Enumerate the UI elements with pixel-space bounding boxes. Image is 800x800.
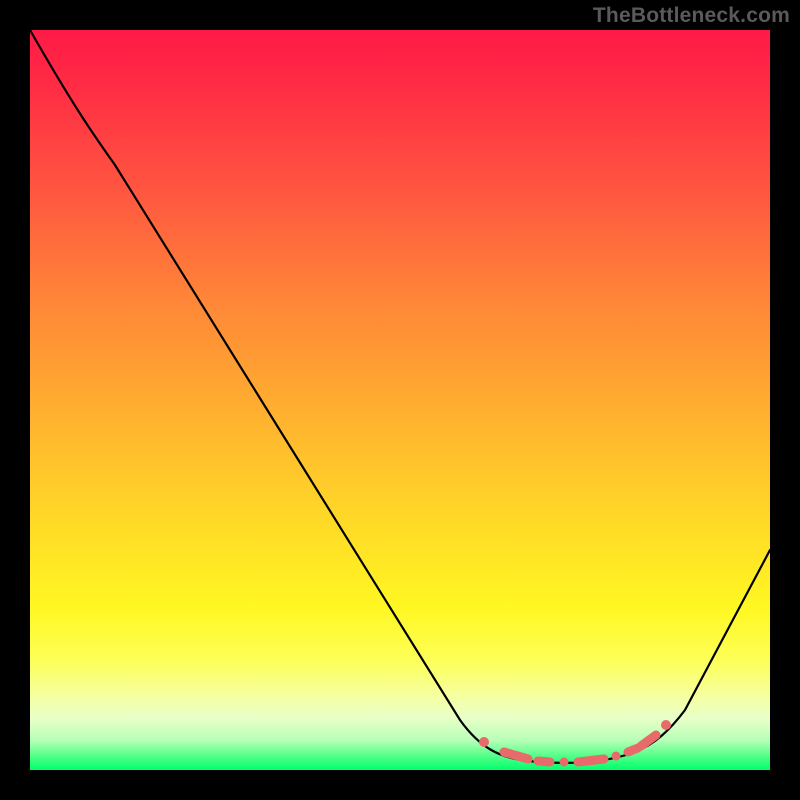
curve-svg: [30, 30, 770, 770]
marker-dot: [612, 752, 621, 761]
marker-dash: [628, 748, 638, 752]
plot-area: [30, 30, 770, 770]
bottleneck-curve: [30, 30, 770, 763]
marker-dot: [479, 737, 489, 747]
marker-dot: [560, 758, 569, 767]
marker-dot: [661, 720, 671, 730]
watermark-text: TheBottleneck.com: [593, 4, 790, 28]
marker-dash: [641, 735, 656, 746]
chart-container: TheBottleneck.com: [0, 0, 800, 800]
marker-dash: [538, 761, 550, 762]
optimal-range-markers: [479, 720, 671, 767]
marker-dash: [578, 759, 604, 762]
